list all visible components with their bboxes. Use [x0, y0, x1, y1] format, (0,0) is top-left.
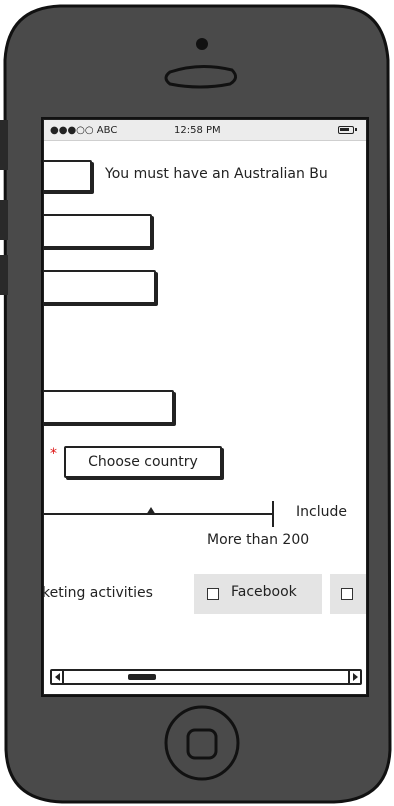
scroll-thumb[interactable]	[128, 674, 156, 680]
facebook-checkbox[interactable]	[207, 588, 219, 600]
marketing-activities-label: keting activities	[44, 585, 153, 601]
battery-icon	[338, 126, 357, 134]
choose-country-button[interactable]: Choose country	[64, 446, 222, 478]
text-input-2[interactable]	[44, 270, 156, 304]
status-bar: ●●●○○ ABC 12:58 PM	[44, 120, 366, 141]
facebook-label: Facebook	[231, 584, 297, 600]
abn-input[interactable]	[44, 160, 92, 192]
abn-note: You must have an Australian Bu	[105, 166, 328, 182]
second-checkbox-item[interactable]	[330, 574, 366, 614]
phone-frame: ●●●○○ ABC 12:58 PM You must have an Aust…	[0, 0, 394, 806]
second-checkbox[interactable]	[341, 588, 353, 600]
facebook-checkbox-item[interactable]: Facebook	[194, 574, 322, 614]
slider-track[interactable]	[44, 513, 272, 515]
horizontal-scrollbar[interactable]	[50, 669, 362, 685]
slider-thumb[interactable]	[146, 507, 156, 515]
slider-end-tick	[272, 501, 274, 527]
slider-label: Include	[296, 504, 347, 520]
text-input-1[interactable]	[44, 214, 152, 248]
status-time: 12:58 PM	[174, 125, 221, 136]
carrier-signal: ●●●○○ ABC	[50, 125, 118, 136]
scroll-right-arrow[interactable]	[348, 671, 360, 683]
text-input-3[interactable]	[44, 390, 174, 424]
phone-screen: ●●●○○ ABC 12:58 PM You must have an Aust…	[44, 120, 366, 694]
scroll-left-arrow[interactable]	[52, 671, 64, 683]
required-asterisk: *	[50, 446, 57, 462]
slider-value-label: More than 200	[207, 532, 310, 548]
